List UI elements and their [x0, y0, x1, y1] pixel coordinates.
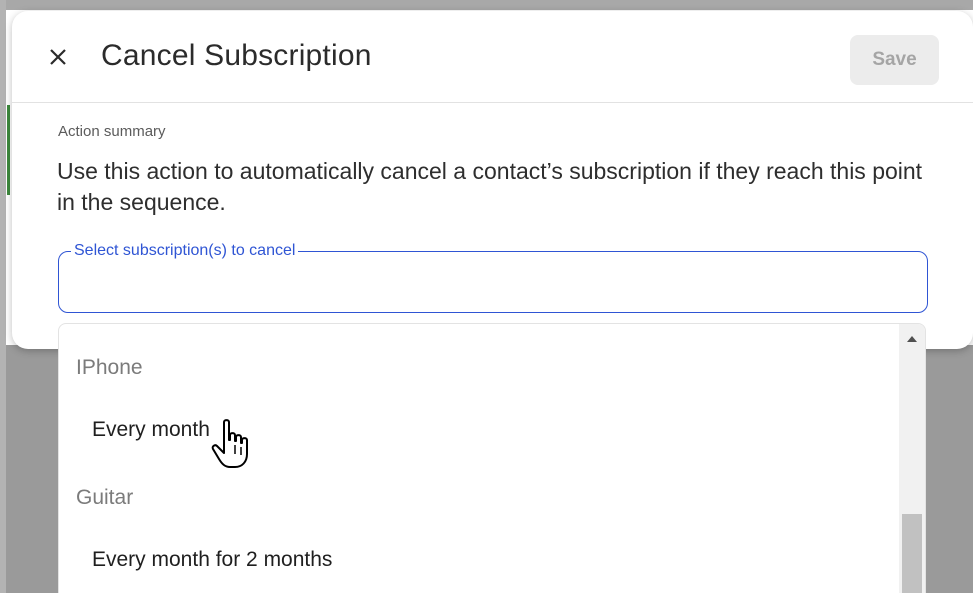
- close-button[interactable]: [42, 41, 74, 73]
- dialog-title: Cancel Subscription: [101, 39, 372, 72]
- backdrop-accent-strip: [7, 105, 10, 195]
- option-guitar-every-month-2-months[interactable]: Every month for 2 months: [59, 534, 899, 590]
- option-iphone-every-month[interactable]: Every month: [59, 404, 899, 460]
- action-summary-label: Action summary: [58, 123, 166, 140]
- scroll-thumb[interactable]: [902, 514, 922, 593]
- dialog-header: Cancel Subscription Save: [12, 11, 973, 103]
- option-label: Every month: [92, 418, 210, 441]
- close-icon: [50, 49, 66, 65]
- save-button[interactable]: Save: [850, 35, 939, 85]
- option-label: Every month for 2 months: [92, 548, 333, 571]
- hand-pointer-cursor-icon: [211, 419, 248, 468]
- subscription-select-label: Select subscription(s) to cancel: [71, 242, 299, 260]
- dropdown-scrollbar[interactable]: [899, 324, 925, 593]
- group-label-guitar: Guitar: [76, 486, 134, 509]
- subscription-dropdown[interactable]: IPhone Every month Guitar Every month fo…: [58, 323, 926, 593]
- action-summary-text: Use this action to automatically cancel …: [57, 158, 923, 215]
- subscription-select[interactable]: Select subscription(s) to cancel: [58, 242, 928, 313]
- scroll-up-arrow-icon[interactable]: [907, 336, 917, 342]
- backdrop-top-edge: [0, 0, 973, 10]
- cancel-subscription-dialog: Cancel Subscription Save Action summary …: [12, 11, 973, 349]
- group-label-iphone: IPhone: [76, 356, 143, 379]
